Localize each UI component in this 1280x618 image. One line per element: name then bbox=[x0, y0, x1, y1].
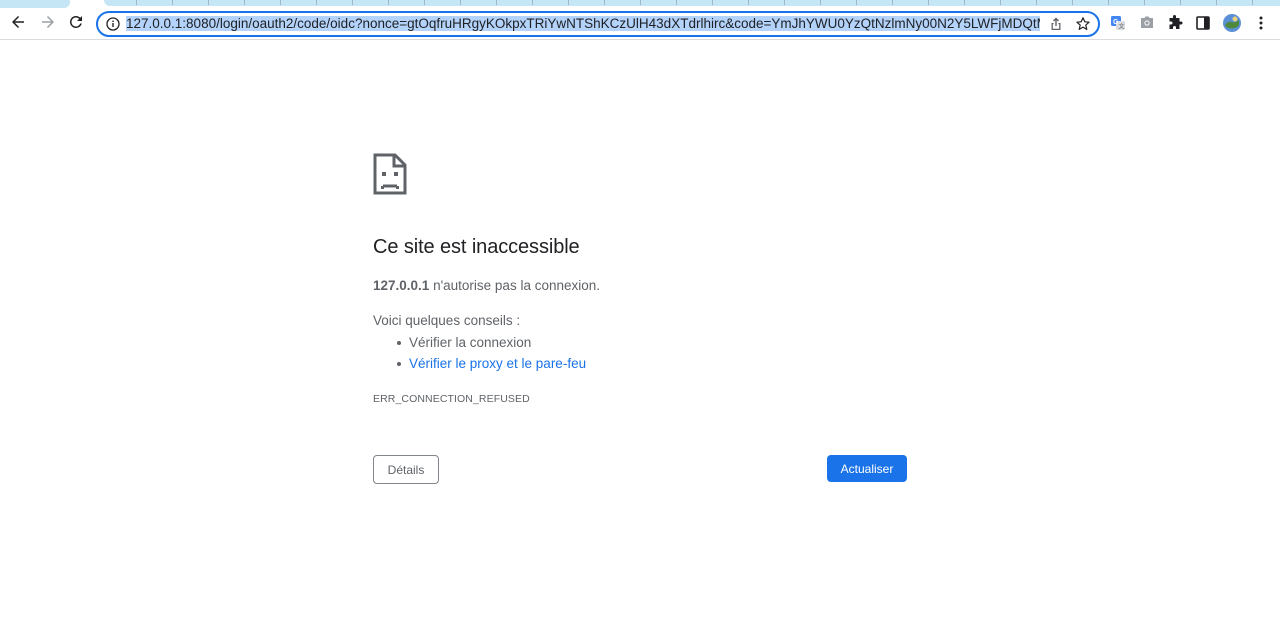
tab-separator bbox=[1036, 0, 1037, 5]
address-bar[interactable]: 127.0.0.1:8080/login/oauth2/code/oidc?no… bbox=[96, 11, 1100, 37]
tab-separator bbox=[928, 0, 929, 5]
active-tab[interactable] bbox=[0, 0, 70, 8]
error-title: Ce site est inaccessible bbox=[373, 236, 580, 258]
tab-separator bbox=[460, 0, 461, 5]
tab-separator bbox=[424, 0, 425, 5]
tab-separator bbox=[352, 0, 353, 5]
reload-page-button[interactable]: Actualiser bbox=[827, 455, 907, 482]
browser-toolbar: 127.0.0.1:8080/login/oauth2/code/oidc?no… bbox=[0, 8, 1280, 40]
tab-separator bbox=[172, 0, 173, 5]
tab-separator bbox=[1144, 0, 1145, 5]
share-icon[interactable] bbox=[1048, 16, 1064, 32]
side-panel-icon bbox=[1196, 16, 1210, 30]
tab-separator bbox=[568, 0, 569, 5]
reload-button[interactable] bbox=[64, 10, 88, 34]
puzzle-icon bbox=[1169, 15, 1183, 29]
tab-strip-tabs[interactable] bbox=[104, 0, 1280, 6]
tip-check-proxy-link[interactable]: Vérifier le proxy et le pare-feu bbox=[395, 355, 586, 376]
tab-separator bbox=[316, 0, 317, 5]
more-vert-icon bbox=[1259, 16, 1263, 30]
tab-separator bbox=[1180, 0, 1181, 5]
tab-separator bbox=[1108, 0, 1109, 5]
forward-button[interactable] bbox=[36, 10, 60, 34]
tab-separator bbox=[712, 0, 713, 5]
error-host: 127.0.0.1 bbox=[373, 278, 430, 293]
tips-heading: Voici quelques conseils : bbox=[373, 313, 521, 328]
side-panel-button[interactable] bbox=[1194, 14, 1212, 32]
svg-text:文: 文 bbox=[1119, 23, 1125, 31]
tab-separator bbox=[856, 0, 857, 5]
extensions-button[interactable] bbox=[1166, 14, 1184, 32]
reload-icon bbox=[69, 15, 82, 28]
menu-button[interactable] bbox=[1252, 14, 1270, 32]
arrow-right-icon bbox=[42, 16, 54, 28]
profile-button[interactable] bbox=[1222, 13, 1242, 33]
tab-separator bbox=[964, 0, 965, 5]
tab-separator bbox=[784, 0, 785, 5]
screenshot-extension[interactable] bbox=[1138, 14, 1156, 32]
tab-separator bbox=[496, 0, 497, 5]
tab-separator bbox=[676, 0, 677, 5]
tab-strip bbox=[0, 0, 1280, 8]
back-button[interactable] bbox=[6, 10, 30, 34]
tab-separator bbox=[1000, 0, 1001, 5]
tab-separator bbox=[748, 0, 749, 5]
tab-separator bbox=[1216, 0, 1217, 5]
tab-separator bbox=[208, 0, 209, 5]
tab-separator bbox=[532, 0, 533, 5]
translate-extension[interactable]: G 文 bbox=[1109, 14, 1127, 32]
tab-separator bbox=[1072, 0, 1073, 5]
avatar-icon bbox=[1223, 14, 1241, 32]
camera-icon bbox=[1141, 16, 1153, 28]
error-code: ERR_CONNECTION_REFUSED bbox=[373, 393, 530, 405]
tab-separator bbox=[244, 0, 245, 5]
tab-separator bbox=[892, 0, 893, 5]
url-selection: 127.0.0.1:8080/login/oauth2/code/oidc?no… bbox=[126, 16, 1040, 31]
star-icon[interactable] bbox=[1075, 16, 1091, 32]
tips-list: Vérifier la connexion Vérifier le proxy … bbox=[395, 334, 586, 376]
tab-separator bbox=[1252, 0, 1253, 5]
tab-separator bbox=[820, 0, 821, 5]
tab-separator bbox=[280, 0, 281, 5]
sad-document-icon bbox=[373, 153, 407, 195]
tip-check-connection: Vérifier la connexion bbox=[395, 334, 586, 355]
translate-icon: G 文 bbox=[1111, 16, 1125, 31]
tab-separator bbox=[388, 0, 389, 5]
url-text[interactable]: 127.0.0.1:8080/login/oauth2/code/oidc?no… bbox=[126, 15, 1040, 33]
arrow-left-icon bbox=[12, 16, 24, 28]
tab-separator bbox=[604, 0, 605, 5]
details-button[interactable]: Détails bbox=[373, 455, 439, 484]
error-message-text: n'autorise pas la connexion. bbox=[429, 278, 601, 293]
tab-separator bbox=[640, 0, 641, 5]
info-icon[interactable] bbox=[106, 17, 120, 31]
tab-separator bbox=[136, 0, 137, 5]
error-message: 127.0.0.1 n'autorise pas la connexion. bbox=[373, 278, 600, 293]
